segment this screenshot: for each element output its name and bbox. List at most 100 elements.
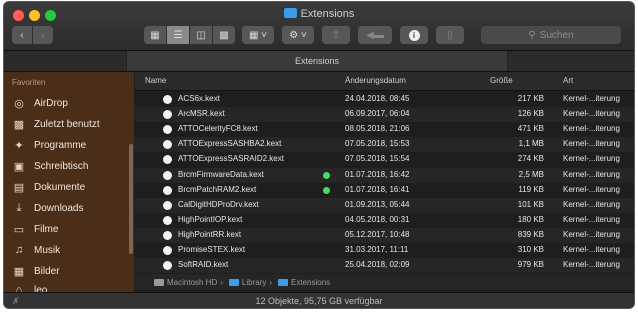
kext-icon: [163, 110, 172, 120]
sidebar-item-movies[interactable]: ▭ Filme: [12, 220, 59, 238]
cell-kind: Kernel-...iterung: [563, 94, 620, 103]
search-placeholder: Suchen: [539, 29, 574, 41]
chevron-right-icon: ›: [41, 29, 45, 41]
table-row[interactable]: HighPointIOP.kext 04.05.2018, 00:31 180 KB…: [135, 213, 634, 228]
sidebar-item-applications[interactable]: ✦ Programme: [12, 136, 86, 154]
cell-name: HighPointIOP.kext: [178, 214, 243, 224]
cell-name: ATTOExpressSASHBA2.kext: [178, 139, 282, 149]
tab-label: Extensions: [294, 56, 340, 66]
tab-extensions[interactable]: Extensions: [126, 51, 508, 71]
status-text: 12 Objekte, 95,75 GB verfügbar: [255, 296, 383, 306]
applications-icon: ✦: [14, 139, 24, 152]
sidebar-item-label: Programme: [34, 139, 87, 151]
column-header-date[interactable]: Änderungsdatum: [345, 76, 406, 85]
back-button[interactable]: ‹: [12, 26, 32, 44]
icon-view-icon: ▦: [150, 29, 160, 41]
kext-icon: [163, 140, 172, 150]
sidebar-toggle-icon[interactable]: ✗: [12, 296, 20, 307]
table-row[interactable]: CalDigitHDProDrv.kext 01.09.2013, 05:44 10…: [135, 197, 634, 213]
cell-kind: Kernel-...iterung: [563, 260, 620, 270]
cell-name: ArcMSR.kext: [178, 109, 225, 119]
cell-size: 839 KB: [517, 229, 544, 239]
kext-icon: [163, 170, 172, 180]
search-field[interactable]: ⚲ Suchen: [481, 26, 621, 44]
cell-date: 01.07.2018, 16:42: [345, 169, 410, 179]
path-separator-icon: ›: [220, 277, 223, 287]
kext-icon: [163, 261, 172, 271]
cell-name: SoftRAID.kext: [178, 260, 229, 270]
column-header-name[interactable]: Name: [145, 76, 166, 85]
sidebar-item-downloads[interactable]: ⤓ Downloads: [12, 199, 84, 217]
table-row[interactable]: BrcmPatchRAM2.kext 01.07.2018, 16:41 119 K…: [135, 183, 634, 198]
table-row[interactable]: BrcmFirmwareData.kext 01.07.2018, 16:42 2,…: [135, 167, 634, 183]
cell-date: 01.07.2018, 16:41: [345, 184, 410, 194]
window-title: Extensions: [4, 8, 634, 20]
table-row[interactable]: ArcMSR.kext 06.09.2017, 06:04 126 KB Kernel…: [135, 107, 634, 123]
path-item[interactable]: Library: [242, 278, 266, 287]
gallery-view-button[interactable]: ▩: [213, 26, 235, 44]
status-bar: ✗ 12 Objekte, 95,75 GB verfügbar: [4, 292, 634, 308]
info-button[interactable]: i: [400, 26, 428, 44]
table-row[interactable]: SoftRAID.kext 25.04.2018, 02:09 979 KB Kern…: [135, 258, 634, 274]
sidebar-item-music[interactable]: ♫ Musik: [12, 241, 60, 259]
desktop-icon: ▣: [13, 160, 25, 173]
sidebar-item-label: Schreibtisch: [34, 160, 89, 172]
column-header-size[interactable]: Größe: [490, 76, 513, 85]
sidebar-item-desktop[interactable]: ▣ Schreibtisch: [12, 157, 89, 175]
cell-name: BrcmFirmwareData.kext: [178, 169, 264, 179]
info-icon: i: [408, 29, 420, 41]
column-header-kind[interactable]: Art: [563, 76, 573, 85]
forward-button[interactable]: ›: [33, 26, 53, 44]
cell-size: 471 KB: [517, 124, 544, 134]
trash-icon: ▯: [447, 29, 453, 41]
cell-name: CalDigitHDProDrv.kext: [178, 199, 259, 209]
cell-kind: Kernel-...iterung: [563, 109, 620, 119]
downloads-icon: ⤓: [16, 201, 22, 214]
kext-icon: [163, 125, 172, 135]
table-row[interactable]: PromiseSTEX.kext 31.03.2017, 11:11 310 KB K…: [135, 243, 634, 258]
table-row[interactable]: ATTOExpressSASHBA2.kext 07.05.2018, 15:53…: [135, 137, 634, 153]
table-row[interactable]: ATTOCelerityFC8.kext 08.05.2018, 21:06 471…: [135, 122, 634, 137]
icon-view-button[interactable]: ▦: [144, 26, 166, 44]
sidebar-item-recents[interactable]: ▩ Zuletzt benutzt: [12, 115, 100, 133]
cell-size: 101 KB: [517, 199, 544, 209]
action-button[interactable]: ⚙ ˅: [282, 26, 314, 44]
list-view-button[interactable]: ☰: [167, 26, 189, 44]
cell-kind: Kernel-...iterung: [563, 184, 620, 194]
disk-icon: [154, 278, 164, 286]
cell-size: 979 KB: [517, 260, 544, 270]
tag-button[interactable]: ◀▬: [358, 26, 392, 44]
cell-kind: Kernel-...iterung: [563, 154, 620, 164]
path-bar: Macintosh HD › Library › Extensions: [135, 274, 634, 290]
cell-size: 2,5 MB: [518, 169, 544, 179]
sidebar-item-airdrop[interactable]: ◎ AirDrop: [12, 94, 68, 112]
folder-icon: [278, 278, 289, 286]
cell-date: 25.04.2018, 02:09: [345, 260, 410, 270]
table-row[interactable]: HighPointRR.kext 05.12.2017, 10:48 839 KB K…: [135, 227, 634, 243]
path-item[interactable]: Extensions: [291, 278, 330, 287]
sidebar-item-documents[interactable]: ▤ Dokumente: [12, 178, 85, 196]
sidebar-item-label: AirDrop: [34, 97, 68, 109]
table-row[interactable]: ATTOExpressSASRAID2.kext 07.05.2018, 15:5…: [135, 152, 634, 167]
title-bar: Extensions ‹ › ▦ ☰ ◫ ▩ ▦ ˅ ⚙ ˅ ⇧ ◀▬ i ▯ …: [4, 2, 634, 51]
share-button[interactable]: ⇧: [322, 26, 350, 44]
cell-name: BrcmPatchRAM2.kext: [178, 184, 257, 194]
sidebar-item-label: Downloads: [34, 202, 84, 214]
pictures-icon: ▦: [13, 265, 25, 278]
arrange-button[interactable]: ▦ ˅: [242, 26, 274, 44]
sidebar-item-label: Zuletzt benutzt: [34, 118, 100, 130]
list-view-icon: ☰: [173, 29, 183, 41]
movies-icon: ▭: [13, 223, 25, 236]
cell-kind: Kernel-...iterung: [563, 199, 620, 209]
table-row[interactable]: ACS6x.kext 24.04.2018, 08:45 217 KB Kernel-…: [135, 92, 634, 107]
delete-button[interactable]: ▯: [436, 26, 464, 44]
sidebar-item-label: Dokumente: [34, 181, 86, 193]
column-view-button[interactable]: ◫: [190, 26, 212, 44]
cell-date: 24.04.2018, 08:45: [345, 94, 410, 103]
sidebar-scrollbar[interactable]: [129, 144, 133, 254]
kext-icon: [163, 185, 172, 195]
sidebar-item-pictures[interactable]: ▦ Bilder: [12, 262, 60, 280]
cell-name: ACS6x.kext: [178, 94, 220, 103]
path-item[interactable]: Macintosh HD: [167, 278, 217, 287]
cell-size: 217 KB: [517, 94, 544, 103]
